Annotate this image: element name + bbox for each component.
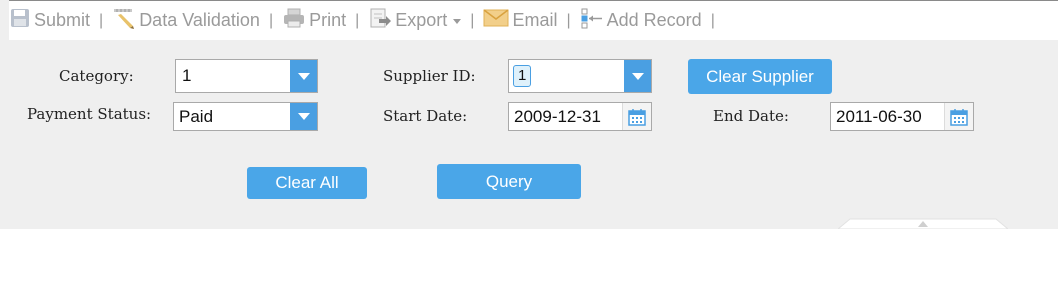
left-gutter: [0, 0, 9, 229]
supplier-id-chip[interactable]: 1: [513, 65, 532, 87]
toolbar-separator: |: [566, 11, 571, 29]
supplier-id-label: Supplier ID:: [383, 67, 476, 85]
export-label: Export: [395, 10, 448, 30]
email-button[interactable]: Email: [483, 7, 557, 34]
calendar-icon[interactable]: [944, 103, 973, 130]
clear-all-button[interactable]: Clear All: [247, 167, 367, 199]
data-validation-label: Data Validation: [139, 10, 260, 30]
chevron-down-icon: [297, 113, 310, 120]
calendar-icon[interactable]: [622, 103, 651, 130]
category-select[interactable]: 1: [175, 59, 318, 93]
clear-supplier-button[interactable]: Clear Supplier: [688, 59, 832, 94]
envelope-icon: [483, 7, 509, 34]
ruler-pencil-icon: [112, 6, 136, 35]
query-button[interactable]: Query: [437, 164, 581, 199]
add-record-button[interactable]: Add Record: [580, 6, 702, 35]
toolbar-separator: |: [99, 11, 104, 29]
payment-status-select[interactable]: Paid: [173, 102, 318, 131]
panel-collapse-handle[interactable]: [838, 218, 1008, 229]
chevron-down-icon: [631, 72, 644, 80]
export-dropdown[interactable]: Export: [368, 6, 462, 35]
save-icon: [9, 7, 31, 34]
add-record-label: Add Record: [606, 10, 702, 30]
submit-label: Submit: [34, 10, 91, 30]
print-label: Print: [309, 10, 347, 30]
end-date-label: End Date:: [713, 107, 789, 125]
chevron-down-icon: [453, 19, 462, 24]
supplier-id-select[interactable]: 1: [508, 59, 652, 93]
start-date-value: 2009-12-31: [514, 106, 601, 126]
end-date-value: 2011-06-30: [836, 106, 922, 126]
toolbar-separator: |: [268, 11, 274, 29]
category-label: Category:: [59, 67, 134, 85]
category-value: 1: [182, 66, 192, 85]
print-button[interactable]: Print: [282, 7, 346, 34]
start-date-field[interactable]: 2009-12-31: [508, 102, 652, 131]
toolbar-separator: |: [710, 11, 715, 29]
data-validation-button[interactable]: Data Validation: [112, 6, 260, 35]
add-record-icon: [580, 6, 604, 35]
payment-status-dropdown-arrow[interactable]: [290, 103, 317, 130]
supplier-id-value-wrap: 1: [513, 65, 532, 87]
email-label: Email: [512, 10, 558, 30]
toolbar: Submit | Data Validation | Print | Expor…: [9, 1, 1058, 40]
payment-status-value: Paid: [179, 106, 214, 126]
category-dropdown-arrow[interactable]: [290, 60, 317, 92]
start-date-label: Start Date:: [383, 107, 468, 125]
printer-icon: [282, 7, 306, 34]
export-icon: [368, 6, 392, 35]
end-date-field[interactable]: 2011-06-30: [830, 102, 974, 131]
submit-button[interactable]: Submit: [9, 7, 90, 34]
payment-status-label: Payment Status:: [27, 105, 152, 123]
chevron-down-icon: [297, 72, 310, 80]
toolbar-separator: |: [355, 11, 360, 29]
supplier-id-dropdown-arrow[interactable]: [624, 60, 651, 92]
toolbar-separator: |: [470, 11, 475, 29]
